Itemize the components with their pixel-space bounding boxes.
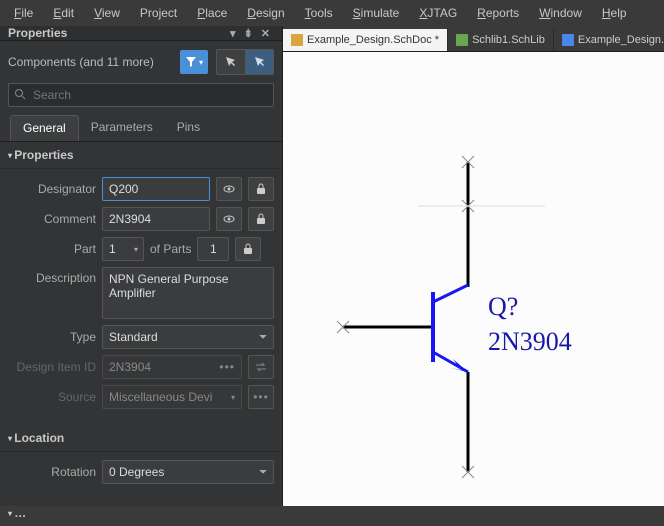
- funnel-icon: [185, 56, 197, 68]
- search-input[interactable]: [8, 83, 274, 107]
- menu-xjtag[interactable]: XJTAG: [409, 2, 467, 24]
- filter-row: Components (and 11 more) ▾: [0, 41, 282, 81]
- menu-edit[interactable]: Edit: [43, 2, 84, 24]
- design-item-input[interactable]: 2N3904•••: [102, 355, 242, 379]
- section-location-header[interactable]: Location: [0, 425, 282, 452]
- funnel-button[interactable]: ▾: [180, 50, 208, 74]
- document-tabs: Example_Design.SchDoc * Schlib1.SchLib E…: [283, 26, 664, 52]
- rotation-row: Rotation 0 Degrees: [8, 460, 274, 484]
- menu-window[interactable]: Window: [529, 2, 592, 24]
- rotation-select[interactable]: 0 Degrees: [102, 460, 274, 484]
- comment-label: Comment: [8, 212, 96, 226]
- doc-tab-2[interactable]: Schlib1.SchLib: [448, 29, 554, 51]
- doc-tab-1[interactable]: Example_Design.SchDoc *: [283, 29, 448, 51]
- source-row: Source Miscellaneous Devi ▾ •••: [8, 385, 274, 409]
- workarea: Properties ▾ ⇟ ✕ Components (and 11 more…: [0, 26, 664, 506]
- eye-icon: [223, 184, 235, 194]
- designator-visible-button[interactable]: [216, 177, 242, 201]
- part-row: Part 1 of Parts 1: [8, 237, 274, 261]
- schematic-canvas[interactable]: Q? 2N3904: [283, 52, 664, 506]
- design-item-row: Design Item ID 2N3904•••: [8, 355, 274, 379]
- description-input[interactable]: [102, 267, 274, 319]
- component-value-label[interactable]: 2N3904: [488, 327, 572, 357]
- component-symbol[interactable]: Q? 2N3904: [333, 152, 613, 475]
- menu-project[interactable]: Project: [130, 2, 187, 24]
- properties-panel: Properties ▾ ⇟ ✕ Components (and 11 more…: [0, 26, 283, 506]
- component-ref-label[interactable]: Q?: [488, 292, 518, 322]
- section-properties-body: Designator Comment P: [0, 169, 282, 425]
- description-row: Description: [8, 267, 274, 319]
- designator-label: Designator: [8, 182, 96, 196]
- comment-input[interactable]: [102, 207, 210, 231]
- description-label: Description: [8, 267, 96, 285]
- cursor-plus-icon: [254, 56, 266, 68]
- swap-icon: [255, 362, 267, 372]
- section-properties-header[interactable]: Properties: [0, 142, 282, 169]
- search-icon: [14, 88, 26, 103]
- menubar: File Edit View Project Place Design Tool…: [0, 0, 664, 26]
- menu-view[interactable]: View: [84, 2, 130, 24]
- designator-row: Designator: [8, 177, 274, 201]
- section-links-header[interactable]: …: [0, 500, 282, 526]
- schdoc-icon: [291, 34, 303, 46]
- editor-area: Example_Design.SchDoc * Schlib1.SchLib E…: [283, 26, 664, 506]
- panel-pin-icon[interactable]: ⇟: [240, 27, 257, 40]
- source-label: Source: [8, 390, 96, 404]
- rotation-label: Rotation: [8, 465, 96, 479]
- panel-title-bar: Properties ▾ ⇟ ✕: [0, 26, 282, 41]
- menu-design[interactable]: Design: [237, 2, 294, 24]
- comment-lock-button[interactable]: [248, 207, 274, 231]
- designator-input[interactable]: [102, 177, 210, 201]
- property-tabs: General Parameters Pins: [0, 115, 282, 142]
- menu-help[interactable]: Help: [592, 2, 637, 24]
- search-row: [0, 81, 282, 115]
- designator-lock-button[interactable]: [248, 177, 274, 201]
- type-select[interactable]: Standard: [102, 325, 274, 349]
- menu-tools[interactable]: Tools: [295, 2, 343, 24]
- tab-pins[interactable]: Pins: [165, 115, 212, 141]
- tab-general[interactable]: General: [10, 115, 79, 141]
- doc-tab-3[interactable]: Example_Design.P: [554, 29, 664, 51]
- type-row: Type Standard: [8, 325, 274, 349]
- menu-simulate[interactable]: Simulate: [343, 2, 410, 24]
- select-mode-b[interactable]: [245, 50, 273, 74]
- lock-icon: [256, 213, 266, 225]
- part-select[interactable]: 1: [102, 237, 144, 261]
- comment-row: Comment: [8, 207, 274, 231]
- design-item-swap-button[interactable]: [248, 355, 274, 379]
- part-total: 1: [197, 237, 229, 261]
- schlib-icon: [456, 34, 468, 46]
- menu-reports[interactable]: Reports: [467, 2, 529, 24]
- type-label: Type: [8, 330, 96, 344]
- lock-icon: [243, 243, 253, 255]
- panel-title: Properties: [8, 26, 67, 40]
- design-item-label: Design Item ID: [8, 360, 96, 374]
- eye-icon: [223, 214, 235, 224]
- section-location-body: Rotation 0 Degrees: [0, 452, 282, 500]
- lock-icon: [256, 183, 266, 195]
- comment-visible-button[interactable]: [216, 207, 242, 231]
- menu-place[interactable]: Place: [187, 2, 237, 24]
- part-label: Part: [8, 242, 96, 256]
- panel-close-icon[interactable]: ✕: [257, 27, 274, 40]
- menu-file[interactable]: File: [4, 2, 43, 24]
- source-more-button[interactable]: •••: [248, 385, 274, 409]
- tab-parameters[interactable]: Parameters: [79, 115, 165, 141]
- part-lock-button[interactable]: [235, 237, 261, 261]
- filter-summary: Components (and 11 more): [8, 55, 172, 69]
- pcb-icon: [562, 34, 574, 46]
- cursor-icon: [225, 56, 237, 68]
- select-mode-a[interactable]: [217, 50, 245, 74]
- source-select[interactable]: Miscellaneous Devi ▾: [102, 385, 242, 409]
- panel-dropdown-icon[interactable]: ▾: [226, 27, 240, 40]
- part-of-label: of Parts: [150, 242, 191, 256]
